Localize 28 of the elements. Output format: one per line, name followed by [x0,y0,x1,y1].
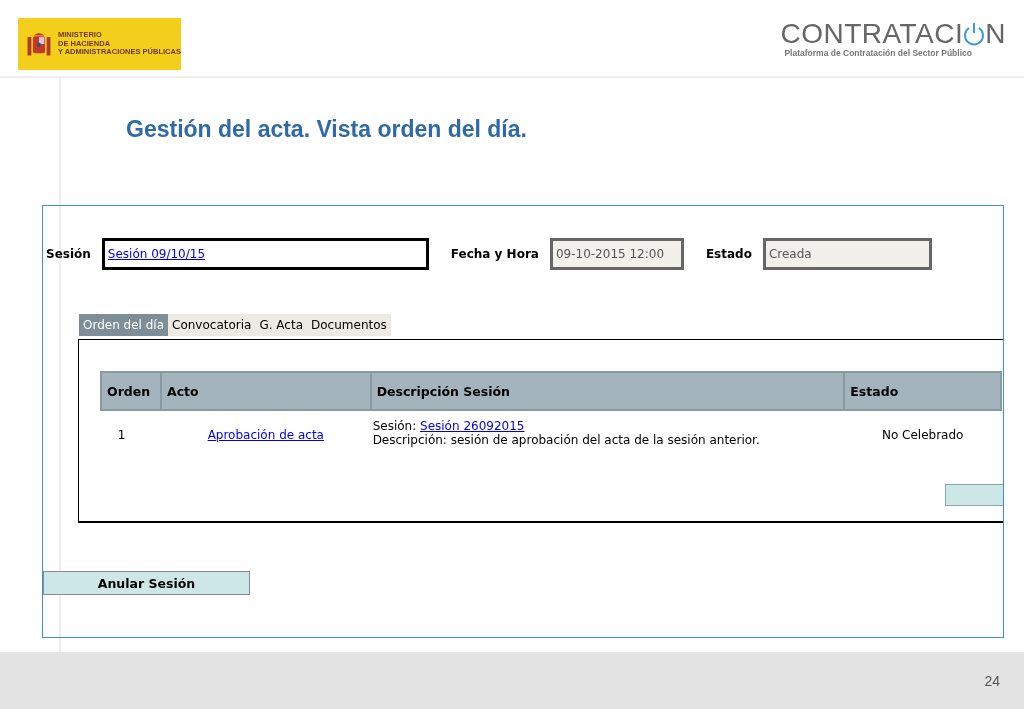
column-header: Descripción Sesión [370,372,845,410]
readonly-field: 09-10-2015 12:00 [549,238,684,270]
slide-title: Gestión del acta. Vista orden del día. [125,115,528,144]
brand-tagline: Plataforma de Contratación del Sector Público [784,48,972,58]
field-label: Estado [705,247,752,261]
order-number: 1 [117,428,126,442]
tab[interactable]: G. Acta [255,314,308,336]
session-description: Descripción: sesión de aprobación del acta de la sesión anterior. [372,433,761,447]
tab[interactable]: Documentos [307,314,391,336]
field-label: Fecha y Hora [450,247,539,261]
page-number: 24 [984,672,1000,689]
tab[interactable]: Convocatoria [168,314,256,336]
cancel-session-button[interactable]: Anular Sesión [43,571,250,595]
column-header: Acto [160,372,371,410]
brand-name: N [985,20,1006,48]
field-label: Sesión [46,247,91,261]
status-text: No Celebrado [881,428,964,442]
session-label: Sesión: [372,419,417,433]
brand-name: CONTRATACI [780,20,964,48]
power-icon [963,22,986,46]
readonly-field: Creada [762,238,932,270]
column-header: Estado [844,372,1001,410]
column-header: Orden [101,372,161,410]
empty-button[interactable] [945,484,1003,506]
session-field[interactable]: Sesión 09/10/15 [101,238,429,270]
session-link[interactable]: Sesión 09/10/15 [107,247,206,261]
session-link[interactable]: Sesión 26092015 [420,419,525,433]
act-link[interactable]: Aprobación de acta [207,428,324,442]
